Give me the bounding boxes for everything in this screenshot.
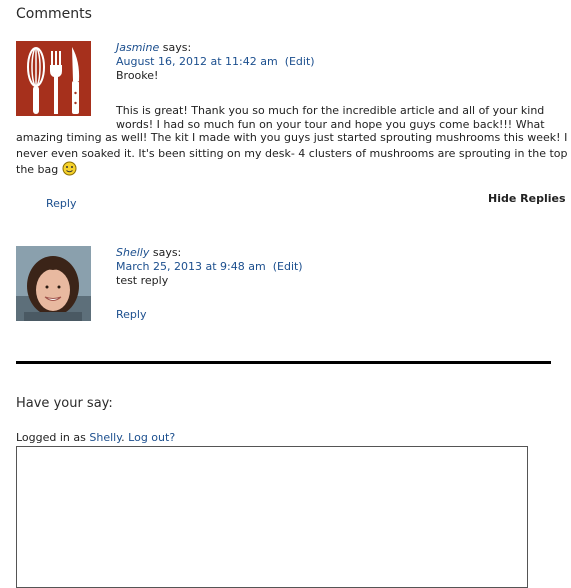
comment-greeting: Brooke!	[116, 69, 159, 82]
says-label: says:	[162, 41, 192, 54]
user-photo	[16, 246, 91, 321]
form-heading: Have your say:	[16, 396, 113, 411]
comments-heading: Comments	[16, 6, 92, 22]
divider	[16, 361, 551, 364]
comment-meta: Jasmine says:	[116, 41, 191, 55]
comment-body: test reply	[116, 274, 169, 287]
reply-button[interactable]: Reply	[46, 197, 76, 210]
comment-textarea[interactable]	[16, 446, 528, 588]
hide-replies-button[interactable]: Hide Replies	[488, 192, 566, 205]
comment-meta: Shelly says:	[116, 246, 181, 260]
avatar	[16, 246, 91, 321]
edit-link[interactable]: (Edit)	[273, 260, 303, 273]
says-label: says:	[152, 246, 182, 259]
comment-author[interactable]: Jasmine	[116, 41, 159, 54]
comment-date-row: August 16, 2012 at 11:42 am (Edit)	[116, 55, 315, 69]
comment-date-row: March 25, 2013 at 9:48 am (Edit)	[116, 260, 303, 274]
logged-in-prefix: Logged in as	[16, 431, 86, 444]
comment-body-line: never even soaked it. It's been sitting …	[16, 147, 571, 160]
comment-body-line: amazing timing as well! The kit I made w…	[16, 131, 568, 144]
logout-link[interactable]: Log out?	[128, 431, 175, 444]
comment-body-line: the bag	[16, 163, 59, 176]
reply-button[interactable]: Reply	[116, 308, 146, 321]
logged-in-line: Logged in as Shelly. Log out?	[16, 431, 176, 444]
user-profile-link[interactable]: Shelly	[89, 431, 121, 444]
comment-date-link[interactable]: March 25, 2013 at 9:48 am	[116, 260, 266, 273]
avatar	[16, 41, 91, 116]
comment-body-last: the bag	[16, 161, 77, 178]
comment-date-link[interactable]: August 16, 2012 at 11:42 am	[116, 55, 278, 68]
comment-author[interactable]: Shelly	[116, 246, 149, 259]
edit-link[interactable]: (Edit)	[285, 55, 315, 68]
utensils-icon	[16, 41, 91, 116]
smiley-icon	[62, 161, 77, 176]
